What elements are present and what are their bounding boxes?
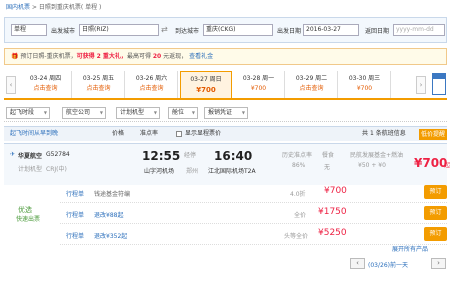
- airline-logo-icon: ✈: [10, 151, 16, 158]
- filter-bar: 起飞时段 航空公司 计划机型 舱位 报销凭证: [4, 104, 447, 122]
- dep-time: 12:55: [142, 149, 181, 163]
- date-cell-active[interactable]: 03-27 周日 ¥700: [180, 71, 232, 98]
- fare-desc[interactable]: 钱途基金符编: [94, 189, 130, 198]
- aircraft-label: 计划机型: [18, 166, 43, 173]
- fare-row: 行程单 钱途基金符编 4.0折 ¥700 预订: [60, 182, 447, 203]
- book-button[interactable]: 预订: [424, 206, 447, 220]
- airline-name: 华夏航空: [18, 153, 43, 160]
- prev-dates-button[interactable]: ‹: [6, 76, 16, 94]
- breadcrumb-type: ( 单程 ): [80, 4, 102, 11]
- depart-date-input[interactable]: 2016-03-27: [303, 24, 359, 36]
- fare-desc[interactable]: 退改¥88起: [94, 210, 123, 219]
- filter-receipt[interactable]: 报销凭证: [204, 107, 248, 119]
- aircraft-type[interactable]: CRJ(中): [46, 164, 67, 173]
- date-cell[interactable]: 03-30 周三 ¥700: [339, 71, 391, 98]
- flight-count: 共 1 条航班信息: [362, 130, 406, 137]
- to-label: 到达城市: [175, 28, 200, 35]
- fare-discount: 全价: [294, 212, 307, 219]
- lowest-price: ¥700: [414, 156, 448, 170]
- fare-price: ¥5250: [318, 228, 347, 238]
- show-share-label: 显示显程票价: [185, 130, 222, 137]
- return-date-input[interactable]: yyyy-mm-dd: [393, 24, 445, 36]
- book-button[interactable]: 预订: [424, 185, 447, 199]
- from-label: 出发城市: [51, 28, 76, 35]
- low-price-alert-button[interactable]: 低价提醒: [419, 129, 447, 140]
- meal-label: 餐食: [322, 152, 335, 159]
- trip-type-select[interactable]: 单程: [11, 24, 47, 36]
- filter-airline[interactable]: 航空公司: [62, 107, 106, 119]
- prev-day-link[interactable]: (03/26)前一天: [368, 260, 408, 269]
- sort-header: 起飞时间从早到晚 价格 准点率 显示显程票价 共 1 条航班信息 低价提醒: [4, 126, 447, 141]
- meal-value: 无: [324, 164, 331, 171]
- sort-dep-time[interactable]: 起飞时间从早到晚: [10, 127, 58, 141]
- ontime-label: 历史准点率: [282, 152, 313, 159]
- breadcrumb-root[interactable]: 国内机票: [6, 4, 30, 11]
- flight-row: ✈ 华夏航空 G52784 计划机型 CRJ(中) 12:55 山字河机场 经停…: [4, 143, 450, 185]
- date-cell[interactable]: 03-25 周五 点击查询: [73, 71, 125, 98]
- arr-airport: 江北国际机场T2A: [208, 168, 256, 175]
- filter-dep-time[interactable]: 起飞时段: [6, 107, 50, 119]
- filter-aircraft[interactable]: 计划机型: [116, 107, 160, 119]
- from-city-input[interactable]: 日照(RIZ): [79, 24, 159, 36]
- breadcrumb-route: 日照到重庆机票: [38, 4, 81, 11]
- sort-ontime[interactable]: 准点率: [140, 127, 158, 141]
- flight-number[interactable]: G52784: [46, 151, 70, 158]
- fare-group-sub: 快速出票: [16, 216, 41, 223]
- show-share-checkbox[interactable]: [176, 131, 182, 137]
- pager-prev-button[interactable]: ‹: [350, 258, 365, 269]
- to-city-input[interactable]: 重庆(CKG): [203, 24, 273, 36]
- promo-banner: 🎁 预订日照-重庆机票，可获得 2 重大礼，最高可得 20 元返现， 查看礼金: [4, 48, 447, 65]
- fare-tag[interactable]: 行程单: [66, 210, 84, 219]
- promo-link[interactable]: 查看礼金: [189, 53, 213, 60]
- fare-discount: 头等全价: [284, 233, 309, 240]
- next-dates-button[interactable]: ›: [416, 76, 426, 94]
- footer: 展开所有产品 ‹ (03/26)前一天 ›: [4, 242, 447, 283]
- book-button[interactable]: 预订: [424, 227, 447, 241]
- sort-price[interactable]: 价格: [112, 127, 124, 141]
- fare-price: ¥1750: [318, 207, 347, 217]
- stop-label: 经停: [184, 152, 197, 159]
- date-cell[interactable]: 03-28 周一 ¥700: [233, 71, 285, 98]
- calendar-icon[interactable]: [432, 73, 446, 95]
- promo-gift-icon: 🎁: [11, 53, 19, 60]
- fare-tag[interactable]: 行程单: [66, 189, 84, 198]
- filter-cabin[interactable]: 舱位: [168, 107, 198, 119]
- ontime-value: 86%: [292, 162, 306, 169]
- date-cell[interactable]: 03-29 周二 点击查询: [286, 71, 338, 98]
- date-cell[interactable]: 03-24 周四 点击查询: [20, 71, 72, 98]
- fare-tag[interactable]: 行程单: [66, 231, 84, 240]
- price-suffix: 起: [444, 162, 450, 169]
- dep-airport: 山字河机场: [144, 168, 175, 175]
- fare-row: 行程单 退改¥88起 全价 ¥1750 预订: [60, 203, 447, 224]
- depart-label: 出发日期: [277, 28, 302, 35]
- stop-city: 郑州: [186, 168, 199, 175]
- fare-desc[interactable]: 退改¥352起: [94, 231, 127, 240]
- date-bar: ‹ 03-24 周四 点击查询 03-25 周五 点击查询 03-26 周六 点击查询…: [4, 69, 447, 100]
- fare-discount: 4.0折: [290, 191, 306, 198]
- swap-icon[interactable]: ⇄: [161, 25, 172, 35]
- date-cell[interactable]: 03-26 周六 点击查询: [126, 71, 178, 98]
- search-bar: 单程 出发城市 日照(RIZ) ⇄ 到达城市 重庆(CKG) 出发日期 2016…: [4, 17, 447, 43]
- fare-price: ¥700: [324, 186, 347, 196]
- pager-next-button[interactable]: ›: [431, 258, 446, 269]
- return-label: 返回日期: [365, 28, 390, 35]
- tax-label: 民航发展基金+燃油: [350, 152, 404, 159]
- arr-time: 16:40: [214, 149, 253, 163]
- breadcrumb: 国内机票 > 日照到重庆机票( 单程 ): [6, 4, 102, 11]
- expand-all-link[interactable]: 展开所有产品: [392, 244, 428, 253]
- tax-value: ¥50 + ¥0: [358, 162, 386, 169]
